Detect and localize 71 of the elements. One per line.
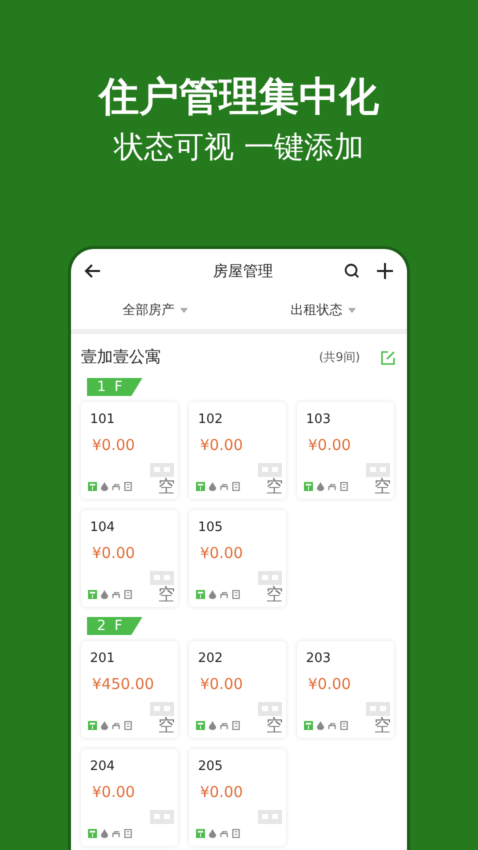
water-drop-icon: [208, 590, 217, 599]
vacancy-status: 空: [374, 477, 391, 497]
floor-tag: 2 F: [87, 617, 142, 635]
room-card[interactable]: 101 ¥0.00 空: [81, 402, 178, 499]
vacancy-status: 空: [374, 716, 391, 736]
room-rent: ¥0.00: [200, 436, 244, 454]
meter-icon: [196, 590, 205, 599]
room-number: 205: [198, 759, 224, 774]
room-rent: ¥0.00: [92, 436, 136, 454]
room-card[interactable]: 104 ¥0.00 空: [81, 510, 178, 607]
room-rent: ¥0.00: [92, 783, 136, 801]
caret-icon: [348, 308, 356, 312]
meter-icon: [304, 482, 313, 491]
caret-icon: [180, 308, 188, 312]
room-card[interactable]: 203 ¥0.00 空: [297, 641, 394, 738]
room-card[interactable]: 105 ¥0.00 空: [189, 510, 286, 607]
meter-icon: [88, 482, 97, 491]
room-number: 204: [90, 759, 116, 774]
room-card[interactable]: 201 ¥450.00 空: [81, 641, 178, 738]
meter-icon: [88, 829, 97, 838]
room-card[interactable]: 204 ¥0.00: [81, 749, 178, 846]
room-rent: ¥0.00: [92, 544, 136, 562]
room-number: 101: [90, 412, 116, 427]
vacancy-status: 空: [158, 585, 175, 605]
meter-icon: [196, 721, 205, 730]
room-rent: ¥0.00: [200, 544, 244, 562]
screen-title: 房屋管理: [212, 262, 274, 280]
vacancy-status: 空: [266, 716, 283, 736]
meter-icon: [196, 829, 205, 838]
room-rent: ¥0.00: [308, 436, 352, 454]
floor-tag: 1 F: [87, 378, 142, 396]
room-number: 102: [198, 412, 224, 427]
water-drop-icon: [100, 721, 109, 730]
meter-icon: [88, 721, 97, 730]
vacancy-status: 空: [266, 477, 283, 497]
filter-dropdown[interactable]: 全部房产: [120, 299, 190, 321]
water-drop-icon: [316, 721, 325, 730]
room-rent: ¥0.00: [308, 675, 352, 693]
room-number: 201: [90, 651, 116, 666]
room-rent: ¥0.00: [200, 783, 244, 801]
vacancy-status: 空: [266, 585, 283, 605]
room-card[interactable]: 205 ¥0.00: [189, 749, 286, 846]
add-icon[interactable]: [375, 261, 395, 281]
water-drop-icon: [208, 829, 217, 838]
search-icon[interactable]: [343, 262, 361, 280]
room-number: 103: [306, 412, 332, 427]
room-number: 203: [306, 651, 332, 666]
subline: 状态可视 一键添加: [114, 129, 364, 167]
water-drop-icon: [208, 482, 217, 491]
filter-dropdown[interactable]: 出租状态: [288, 299, 358, 321]
room-rent: ¥0.00: [200, 675, 244, 693]
vacancy-status: 空: [158, 716, 175, 736]
room-number: 202: [198, 651, 224, 666]
water-drop-icon: [208, 721, 217, 730]
room-number: 105: [198, 520, 224, 535]
meter-icon: [88, 590, 97, 599]
room-card[interactable]: 103 ¥0.00 空: [297, 402, 394, 499]
room-number: 104: [90, 520, 116, 535]
water-drop-icon: [100, 482, 109, 491]
room-card[interactable]: 202 ¥0.00 空: [189, 641, 286, 738]
property-name: 壹加壹公寓: [81, 347, 162, 368]
water-drop-icon: [100, 829, 109, 838]
room-count: (共9间): [319, 349, 360, 366]
room-rent: ¥450.00: [92, 675, 156, 693]
headline: 住户管理集中化: [99, 73, 379, 122]
water-drop-icon: [100, 590, 109, 599]
meter-icon: [304, 721, 313, 730]
vacancy-status: 空: [158, 477, 175, 497]
room-card[interactable]: 102 ¥0.00 空: [189, 402, 286, 499]
water-drop-icon: [316, 482, 325, 491]
meter-icon: [196, 482, 205, 491]
